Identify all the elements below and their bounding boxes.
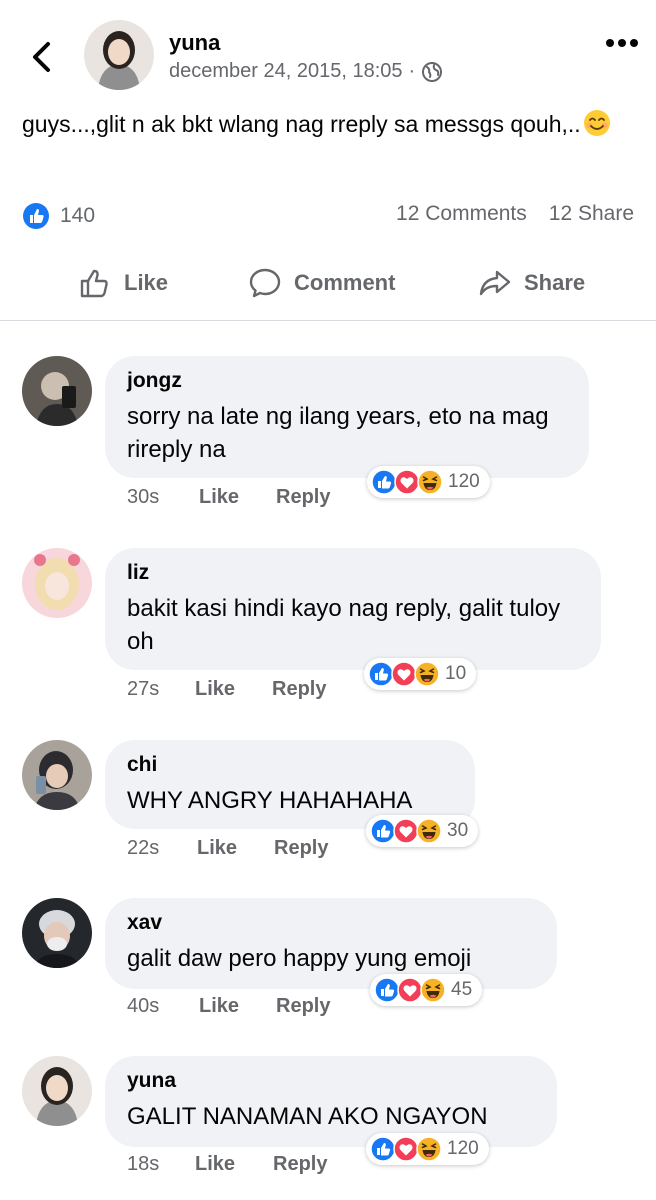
author-avatar[interactable]: [84, 20, 154, 90]
laughing-reaction-icon: [416, 818, 442, 844]
post-text: guys...,glit n ak bkt wlang nag rreply s…: [22, 108, 622, 140]
comment-text: galit daw pero happy yung emoji: [127, 945, 472, 972]
commenter-avatar[interactable]: [22, 1056, 92, 1126]
comment-bubble: xav galit daw pero happy yung emoji: [105, 898, 557, 989]
comment-text: bakit kasi hindi kayo nag reply, galit t…: [127, 595, 561, 655]
reaction-count: 120: [447, 1138, 479, 1159]
comment-label: Comment: [294, 270, 396, 295]
comment-like-button[interactable]: Like: [199, 486, 276, 509]
reaction-count: 10: [445, 663, 467, 684]
chevron-left-icon: [33, 42, 50, 72]
back-button[interactable]: [26, 40, 58, 74]
comment-footer: 40s Like Reply: [127, 995, 330, 1018]
comment-bubble: jongz sorry na late ng ilang years, eto …: [105, 356, 589, 478]
share-button[interactable]: Share: [478, 266, 585, 300]
share-label: Share: [524, 270, 586, 295]
thumbs-up-icon: [80, 269, 108, 298]
divider: [0, 320, 656, 321]
post-stats: 12 Comments 12 Share: [396, 202, 634, 226]
comment-reactions[interactable]: 120: [367, 466, 490, 498]
comment-like-button[interactable]: Like: [199, 995, 276, 1018]
comment-reply-button[interactable]: Reply: [272, 678, 326, 701]
commenter-name[interactable]: xav: [127, 910, 535, 936]
comment-time: 22s: [127, 837, 160, 859]
reaction-count: 30: [447, 820, 469, 841]
comment-reactions[interactable]: 10: [364, 658, 477, 690]
thumbs-up-reaction-icon: [23, 203, 49, 229]
post-meta: december 24, 2015, 18:05 ·: [169, 60, 443, 83]
comment-like-button[interactable]: Like: [197, 837, 274, 860]
post-like-count: 140: [60, 204, 96, 227]
laughing-reaction-icon: [420, 977, 446, 1003]
smiling-face-emoji: [583, 110, 610, 136]
post-reactions-summary[interactable]: 140: [22, 202, 95, 230]
comment-time: 40s: [127, 995, 160, 1017]
comment-reply-button[interactable]: Reply: [274, 837, 328, 860]
comment-bubble: yuna GALIT NANAMAN AKO NGAYON: [105, 1056, 557, 1147]
commenter-name[interactable]: yuna: [127, 1068, 535, 1094]
more-dots-icon: [606, 39, 638, 47]
laughing-reaction-icon: [417, 469, 443, 495]
comments-count[interactable]: 12 Comments: [396, 202, 527, 226]
comment-time: 30s: [127, 486, 160, 508]
commenter-avatar[interactable]: [22, 356, 92, 426]
reaction-count: 120: [448, 471, 480, 492]
comment-reactions[interactable]: 30: [366, 815, 479, 847]
comment-text: WHY ANGRY HAHAHAHA: [127, 787, 413, 814]
commenter-name[interactable]: chi: [127, 752, 453, 778]
comment-time: 27s: [127, 678, 160, 700]
like-button[interactable]: Like: [78, 266, 168, 300]
comment-time: 18s: [127, 1153, 160, 1175]
comment-like-button[interactable]: Like: [195, 678, 272, 701]
comment-footer: 18s Like Reply: [127, 1153, 327, 1176]
commenter-avatar[interactable]: [22, 740, 92, 810]
post-author-name[interactable]: yuna: [169, 30, 220, 56]
comment-reply-button[interactable]: Reply: [276, 995, 330, 1018]
comment-bubble: liz bakit kasi hindi kayo nag reply, gal…: [105, 548, 601, 670]
commenter-name[interactable]: liz: [127, 560, 579, 586]
comment-reactions[interactable]: 120: [366, 1133, 489, 1165]
commenter-avatar[interactable]: [22, 898, 92, 968]
reaction-count: 45: [451, 979, 473, 1000]
laughing-reaction-icon: [416, 1136, 442, 1162]
comment-reply-button[interactable]: Reply: [276, 486, 330, 509]
comment-footer: 27s Like Reply: [127, 678, 326, 701]
comment-reply-button[interactable]: Reply: [273, 1153, 327, 1176]
share-arrow-icon: [479, 270, 511, 296]
comment-button[interactable]: Comment: [248, 266, 395, 300]
comment-footer: 30s Like Reply: [127, 486, 330, 509]
meta-separator: ·: [408, 60, 416, 82]
more-options-button[interactable]: [604, 36, 640, 48]
comment-like-button[interactable]: Like: [195, 1153, 273, 1176]
comment-bubble-icon: [249, 268, 281, 298]
post-date[interactable]: december 24, 2015, 18:05: [169, 60, 403, 83]
comment-text: GALIT NANAMAN AKO NGAYON: [127, 1103, 488, 1130]
comment-reactions[interactable]: 45: [370, 974, 483, 1006]
laughing-reaction-icon: [414, 661, 440, 687]
share-count[interactable]: 12 Share: [549, 202, 634, 226]
commenter-name[interactable]: jongz: [127, 368, 567, 394]
like-label: Like: [124, 270, 169, 295]
comment-footer: 22s Like Reply: [127, 837, 328, 860]
globe-icon: [422, 61, 443, 82]
commenter-avatar[interactable]: [22, 548, 92, 618]
comment-text: sorry na late ng ilang years, eto na mag…: [127, 403, 549, 463]
